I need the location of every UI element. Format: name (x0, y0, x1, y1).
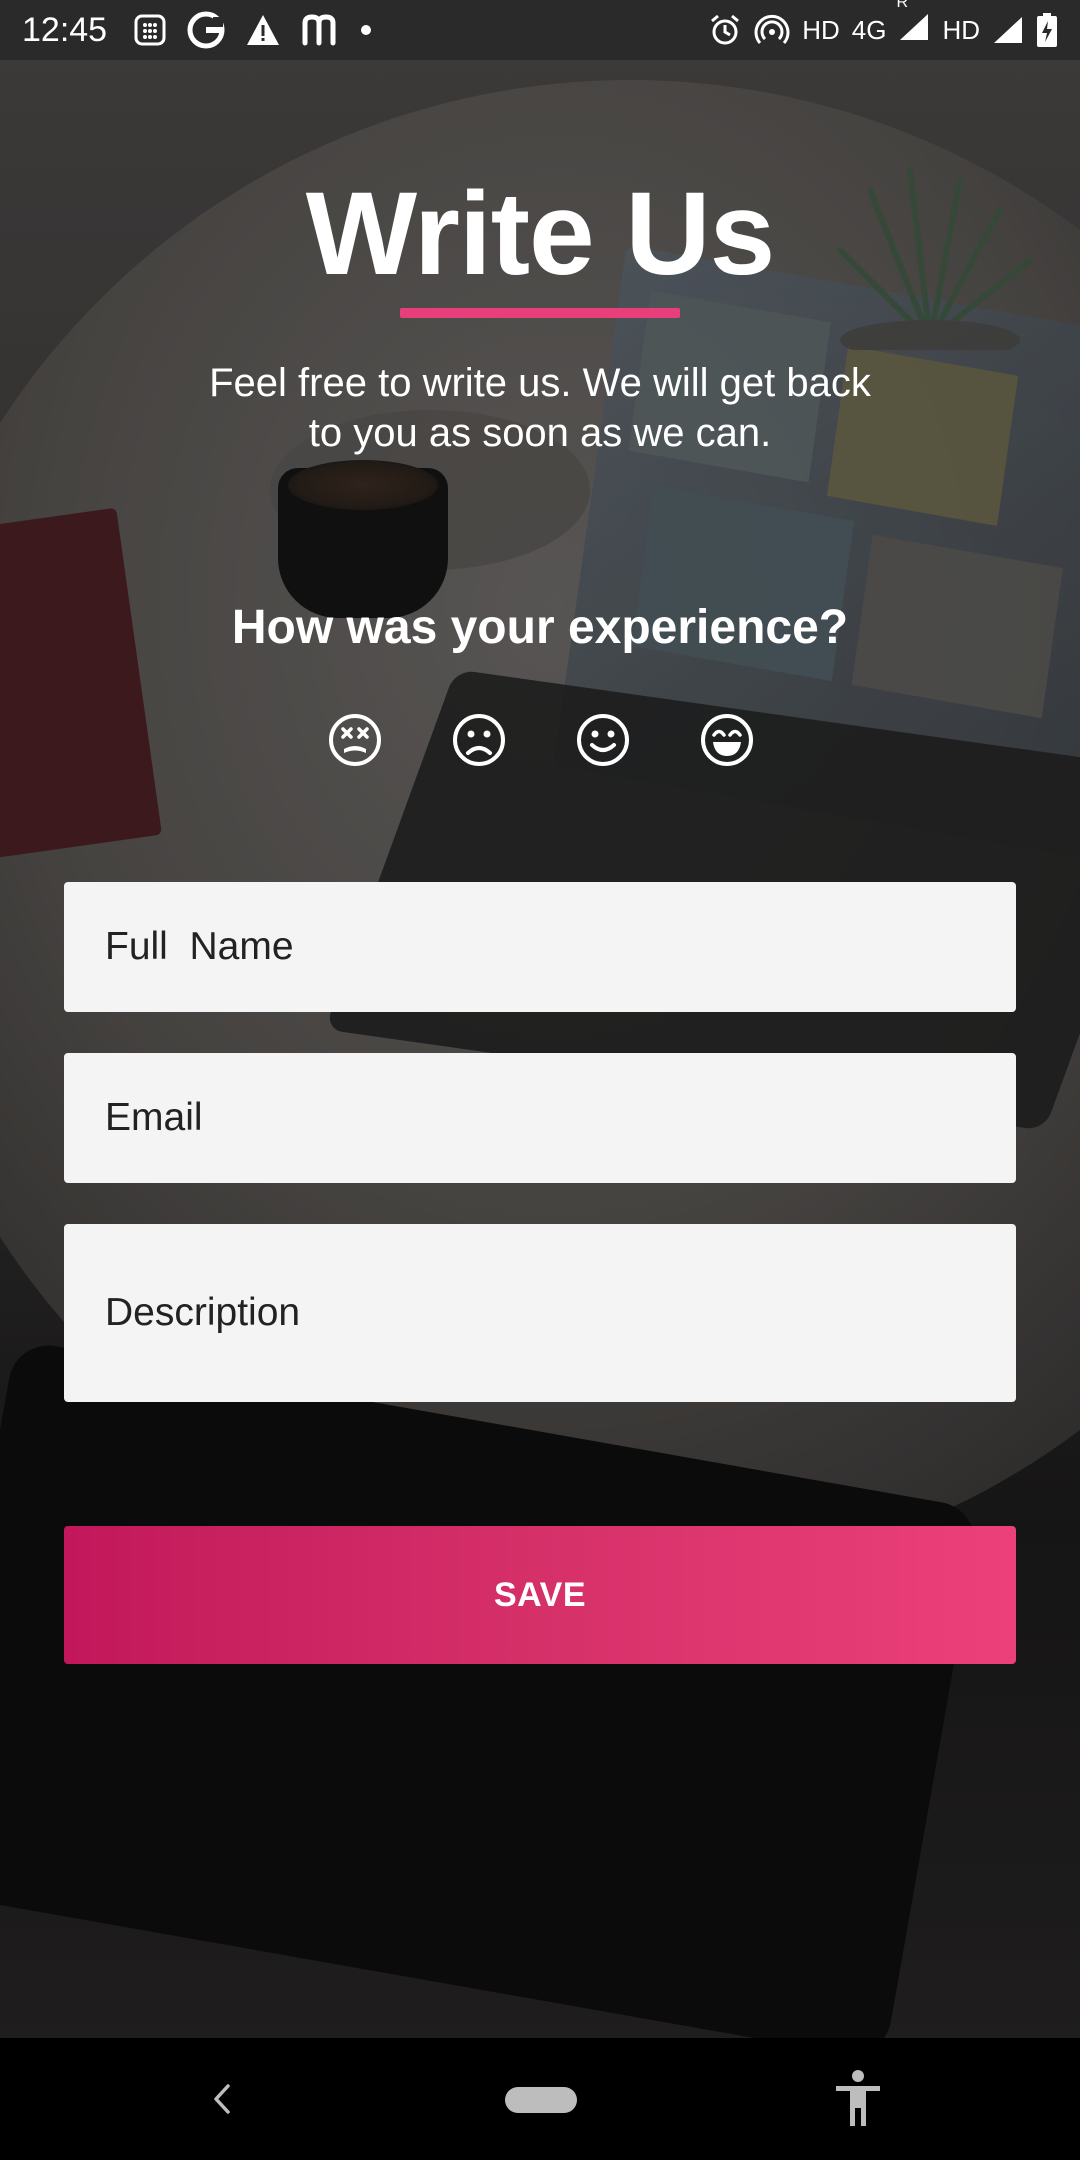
smile-face-icon[interactable] (575, 712, 631, 768)
hotspot-icon (754, 14, 790, 44)
description-field[interactable]: Description (64, 1224, 1016, 1402)
roaming-indicator: R (896, 0, 908, 11)
full-name-field[interactable]: Full Name (64, 882, 1016, 1012)
g-icon (187, 11, 225, 49)
status-time: 12:45 (22, 10, 108, 49)
rating-options (327, 712, 755, 768)
signal-icon (900, 13, 929, 40)
experience-question: How was your experience? (231, 601, 849, 654)
accessibility-icon[interactable] (830, 2068, 886, 2128)
battery-charging-icon (1037, 13, 1057, 47)
page-subtitle: Feel free to write us. We will get back … (209, 361, 871, 455)
sad-face-icon[interactable] (451, 712, 507, 768)
save-button[interactable]: SAVE (64, 1526, 1016, 1664)
calculator-icon (134, 14, 166, 46)
save-button-label: SAVE (493, 1575, 587, 1614)
full-name-placeholder: Full Name (105, 925, 294, 968)
title-underline (400, 308, 680, 318)
signal-icon (994, 17, 1022, 43)
page-title: Write Us (305, 168, 776, 300)
email-placeholder: Email (105, 1096, 203, 1139)
navigation-bar (0, 2038, 1080, 2160)
home-pill-icon[interactable] (505, 2087, 577, 2113)
grin-face-icon[interactable] (699, 712, 755, 768)
dizzy-face-icon[interactable] (327, 712, 383, 768)
alarm-icon (711, 14, 740, 45)
write-us-screen: Write Us Feel free to write us. We will … (0, 60, 1080, 2038)
back-icon[interactable] (200, 2074, 240, 2124)
dot-icon (361, 25, 372, 35)
description-placeholder: Description (105, 1291, 301, 1334)
status-bar: 12:45 HD 4G R HD (0, 0, 1080, 60)
m-icon (302, 14, 336, 46)
network-4g: 4G (851, 14, 887, 45)
network-hd-2: HD (942, 14, 980, 45)
warning-icon (247, 15, 280, 45)
email-field[interactable]: Email (64, 1053, 1016, 1183)
network-hd-1: HD (802, 14, 840, 45)
